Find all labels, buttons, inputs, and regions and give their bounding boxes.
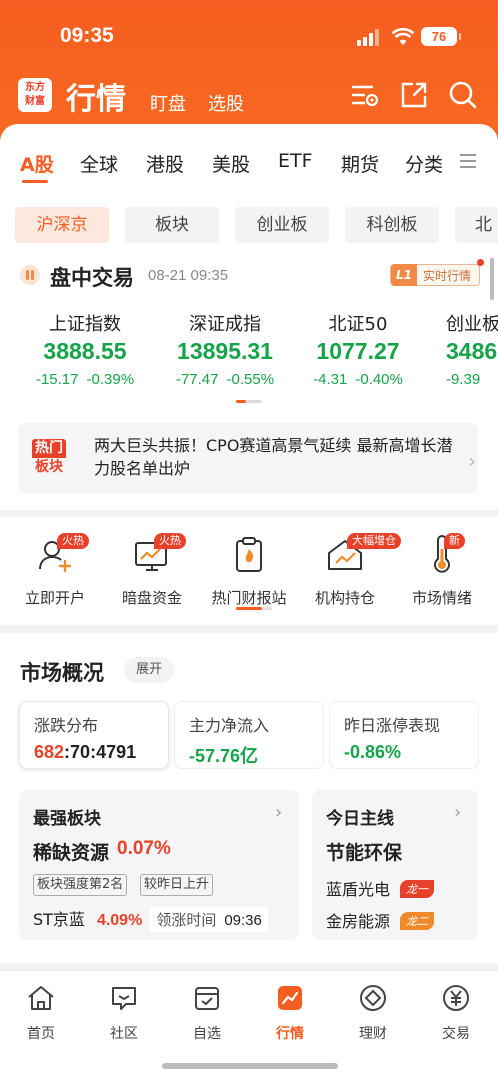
active-tab-indicator <box>22 180 48 183</box>
index-card-szse[interactable]: 深证成指 13895.31 -77.47 -0.55% <box>160 310 290 388</box>
index-pager <box>246 400 262 403</box>
nav-trade[interactable]: 交易 <box>421 983 491 1043</box>
tab-futures[interactable]: 期货 <box>341 150 379 177</box>
app-header: 东方 财富 行情 盯盘 选股 <box>0 72 498 122</box>
theme-stock: 金房能源 龙二 <box>326 908 435 932</box>
status-time: 09:35 <box>60 24 114 47</box>
hot-badge: 火热 <box>57 533 89 549</box>
new-badge: 新 <box>444 533 465 549</box>
quick-dark-pool[interactable]: 火热 暗盘资金 <box>112 533 192 608</box>
quick-market-sentiment[interactable]: 新 市场情绪 <box>402 533 482 608</box>
quick-institution-holdings[interactable]: 大幅增仓 机构持仓 <box>305 533 401 608</box>
leading-stock: ST京蓝 4.09% 领涨时间 09:36 <box>33 906 268 932</box>
chevron-right-icon: › <box>275 802 283 823</box>
trade-icon <box>443 985 469 1011</box>
stat-main-inflow[interactable]: 主力净流入 -57.76亿 <box>174 701 324 769</box>
sector-name: 稀缺资源 <box>33 842 110 864</box>
main-theme-card[interactable]: 今日主线 › 节能环保 蓝盾光电 龙一 金房能源 龙二 <box>312 790 478 940</box>
hot-badge: 火热 <box>154 533 186 549</box>
trading-title: 盘中交易 <box>50 266 134 290</box>
index-card-chinext[interactable]: 创业板 3486 -9.39 <box>446 310 498 388</box>
hot-sector-badge: 热门 板块 <box>32 439 66 477</box>
tab-watch[interactable]: 盯盘 <box>150 90 186 116</box>
realtime-badge[interactable]: L1 实时行情 <box>390 264 480 286</box>
nav-watchlist[interactable]: 自选 <box>172 983 242 1043</box>
chip-shanghai-shenzhen-beijing[interactable]: 沪深京 <box>15 207 109 243</box>
tab-etf[interactable]: ETF <box>278 150 313 172</box>
quick-open-account[interactable]: 火热 立即开户 <box>15 533 95 608</box>
overview-title: 市场概况 <box>20 661 104 685</box>
battery-icon: 76 <box>421 27 461 46</box>
home-indicator <box>162 1063 338 1069</box>
quick-pager-active <box>236 607 262 610</box>
trading-icon <box>20 265 40 285</box>
earnings-report-icon <box>236 537 262 572</box>
sector-tag: 较昨日上升 <box>140 874 214 896</box>
chevron-right-icon: › <box>468 449 476 473</box>
market-icon <box>278 986 302 1010</box>
news-headline: 两大巨头共振！CPO赛道高景气延续 最新高增长潜力股名单出炉 <box>94 436 453 478</box>
quick-pager <box>262 607 272 610</box>
sector-pct: 0.07% <box>117 838 171 859</box>
scrollbar <box>490 258 494 300</box>
status-bar: 09:35 76 <box>0 0 498 70</box>
index-pager-active <box>236 400 246 403</box>
chevron-right-icon: › <box>454 802 462 823</box>
index-card-sse[interactable]: 上证指数 3888.55 -15.17 -0.39% <box>30 310 140 388</box>
stat-distribution[interactable]: 涨跌分布 682:70:4791 <box>19 701 169 769</box>
strongest-sector-card[interactable]: 最强板块 › 稀缺资源 0.07% 板块强度第2名 较昨日上升 ST京蓝 4.09… <box>19 790 299 940</box>
stat-limit-up-performance[interactable]: 昨日涨停表现 -0.86% <box>329 701 479 769</box>
settings-list-icon[interactable] <box>350 80 380 110</box>
chip-bse[interactable]: 北交 <box>455 207 498 243</box>
increase-badge: 大幅增仓 <box>347 533 401 549</box>
wifi-icon <box>392 28 414 45</box>
hot-sector-news[interactable]: 热门 板块 两大巨头共振！CPO赛道高景气延续 最新高增长潜力股名单出炉 › <box>18 423 478 493</box>
tab-global[interactable]: 全球 <box>80 150 118 177</box>
home-icon <box>28 986 54 1010</box>
wealth-icon <box>360 985 386 1011</box>
search-icon[interactable] <box>448 80 478 110</box>
theme-stock: 蓝盾光电 龙一 <box>326 876 435 900</box>
quick-earnings-report[interactable]: 热门财报站 <box>209 535 289 608</box>
chip-sector[interactable]: 板块 <box>125 207 219 243</box>
nav-community[interactable]: 社区 <box>89 983 159 1043</box>
trading-time: 08-21 09:35 <box>148 267 229 284</box>
community-icon <box>112 987 136 1010</box>
menu-icon[interactable] <box>460 154 476 168</box>
tab-hk[interactable]: 港股 <box>146 150 184 177</box>
tab-us[interactable]: 美股 <box>212 150 250 177</box>
notification-dot <box>477 259 484 266</box>
theme-name: 节能环保 <box>326 842 403 864</box>
share-icon[interactable] <box>399 80 429 110</box>
signal-icon <box>357 29 381 46</box>
tab-category[interactable]: 分类 <box>405 150 443 177</box>
nav-home[interactable]: 首页 <box>6 983 76 1043</box>
chip-star-market[interactable]: 科创板 <box>345 207 439 243</box>
index-card-bse50[interactable]: 北证50 1077.27 -4.31 -0.40% <box>303 310 413 388</box>
expand-button[interactable]: 展开 <box>124 657 174 683</box>
app-logo: 东方 财富 <box>18 78 52 112</box>
watchlist-icon <box>195 987 219 1010</box>
page-title[interactable]: 行情 <box>66 74 126 118</box>
tab-a-shares[interactable]: A股 <box>20 150 54 177</box>
tab-stock-picker[interactable]: 选股 <box>208 90 244 116</box>
nav-wealth[interactable]: 理财 <box>338 983 408 1043</box>
nav-market[interactable]: 行情 <box>255 983 325 1043</box>
market-overview: 市场概况 展开 涨跌分布 682:70:4791 主力净流入 -57.76亿 昨… <box>0 633 498 963</box>
sector-tag: 板块强度第2名 <box>33 874 128 896</box>
chip-chinext[interactable]: 创业板 <box>235 207 329 243</box>
